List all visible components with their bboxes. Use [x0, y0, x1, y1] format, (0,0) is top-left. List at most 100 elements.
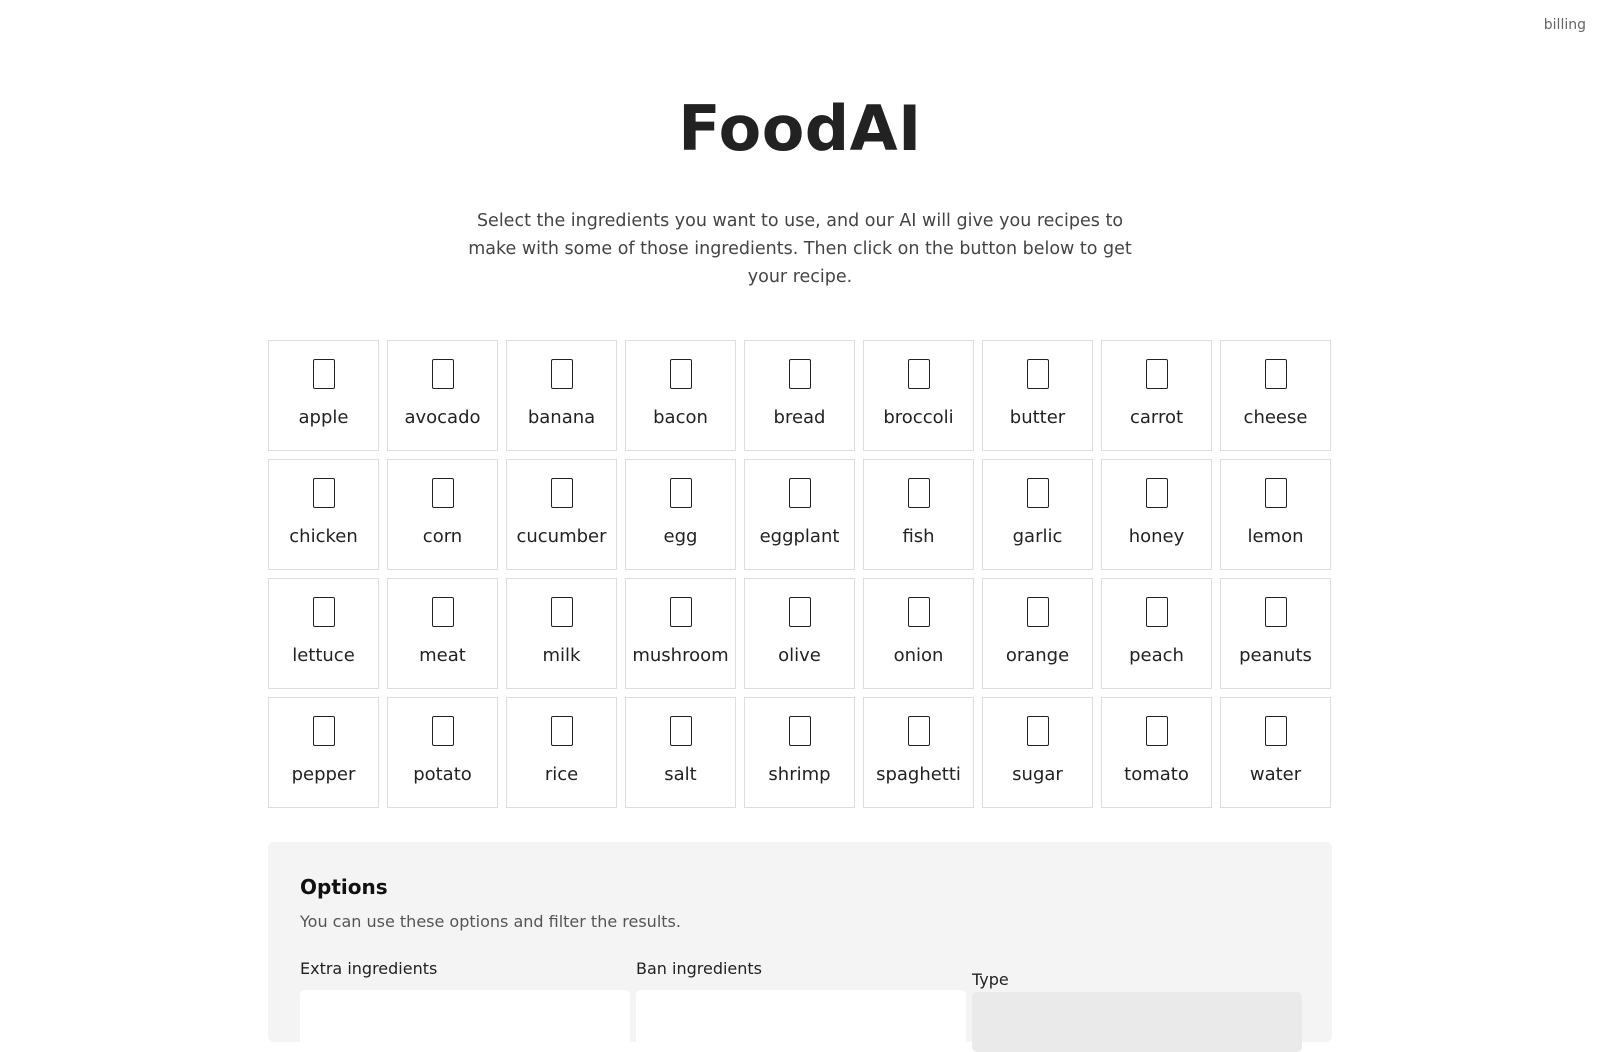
chicken-emoji-icon — [312, 478, 335, 508]
ingredient-tile-fish[interactable]: fish — [863, 459, 974, 570]
ingredient-tile-avocado[interactable]: avocado — [387, 340, 498, 451]
ingredient-tile-sugar[interactable]: sugar — [982, 697, 1093, 808]
orange-emoji-icon — [1026, 597, 1049, 627]
ingredient-tile-onion[interactable]: onion — [863, 578, 974, 689]
potato-emoji-icon — [431, 716, 454, 746]
ingredient-tile-garlic[interactable]: garlic — [982, 459, 1093, 570]
ingredient-tile-salt[interactable]: salt — [625, 697, 736, 808]
ingredient-label: lettuce — [292, 645, 355, 666]
corn-emoji-icon — [431, 478, 454, 508]
ingredient-label: shrimp — [768, 764, 831, 785]
ingredient-label: pepper — [291, 764, 356, 785]
extra-ingredients-input[interactable] — [300, 990, 630, 1050]
ingredient-tile-cheese[interactable]: cheese — [1220, 340, 1331, 451]
ingredient-tile-carrot[interactable]: carrot — [1101, 340, 1212, 451]
ingredient-tile-lemon[interactable]: lemon — [1220, 459, 1331, 570]
ban-ingredients-input[interactable] — [636, 990, 966, 1050]
ingredient-tile-eggplant[interactable]: eggplant — [744, 459, 855, 570]
ingredient-label: garlic — [1012, 526, 1063, 547]
ingredient-label: bacon — [653, 407, 708, 428]
ingredient-label: spaghetti — [876, 764, 961, 785]
ingredient-tile-honey[interactable]: honey — [1101, 459, 1212, 570]
ingredient-tile-broccoli[interactable]: broccoli — [863, 340, 974, 451]
ingredient-label: lemon — [1247, 526, 1304, 547]
ingredient-label: carrot — [1129, 407, 1184, 428]
sugar-emoji-icon — [1026, 716, 1049, 746]
ingredient-tile-bread[interactable]: bread — [744, 340, 855, 451]
egg-emoji-icon — [669, 478, 692, 508]
rice-emoji-icon — [550, 716, 573, 746]
ingredient-label: eggplant — [759, 526, 840, 547]
shrimp-emoji-icon — [788, 716, 811, 746]
ingredient-tile-butter[interactable]: butter — [982, 340, 1093, 451]
ingredient-label: salt — [664, 764, 697, 785]
tomato-emoji-icon — [1145, 716, 1168, 746]
ingredient-label: potato — [413, 764, 472, 785]
lemon-emoji-icon — [1264, 478, 1287, 508]
type-select[interactable] — [972, 992, 1302, 1052]
ingredient-label: meat — [419, 645, 466, 666]
options-panel: Options You can use these options and fi… — [268, 842, 1332, 1052]
butter-emoji-icon — [1026, 359, 1049, 389]
ingredient-label: orange — [1005, 645, 1070, 666]
onion-emoji-icon — [907, 597, 930, 627]
broccoli-emoji-icon — [907, 359, 930, 389]
ingredient-tile-mushroom[interactable]: mushroom — [625, 578, 736, 689]
ingredient-label: banana — [527, 407, 596, 428]
ingredient-tile-potato[interactable]: potato — [387, 697, 498, 808]
ingredient-label: rice — [544, 764, 579, 785]
ingredient-label: cucumber — [516, 526, 607, 547]
ingredient-tile-orange[interactable]: orange — [982, 578, 1093, 689]
spaghetti-emoji-icon — [907, 716, 930, 746]
ingredient-label: avocado — [404, 407, 481, 428]
ingredient-tile-egg[interactable]: egg — [625, 459, 736, 570]
ingredient-label: corn — [422, 526, 463, 547]
ingredient-tile-spaghetti[interactable]: spaghetti — [863, 697, 974, 808]
ingredient-tile-shrimp[interactable]: shrimp — [744, 697, 855, 808]
ingredient-tile-rice[interactable]: rice — [506, 697, 617, 808]
ingredient-tile-bacon[interactable]: bacon — [625, 340, 736, 451]
billing-link[interactable]: billing — [1544, 17, 1586, 33]
ingredient-label: olive — [778, 645, 821, 666]
milk-emoji-icon — [550, 597, 573, 627]
ingredient-label: mushroom — [632, 645, 729, 666]
ingredient-tile-milk[interactable]: milk — [506, 578, 617, 689]
avocado-emoji-icon — [431, 359, 454, 389]
ingredient-label: onion — [893, 645, 944, 666]
ingredient-tile-meat[interactable]: meat — [387, 578, 498, 689]
intro-description: Select the ingredients you want to use, … — [468, 211, 1132, 287]
ingredient-tile-peanuts[interactable]: peanuts — [1220, 578, 1331, 689]
ingredient-tile-corn[interactable]: corn — [387, 459, 498, 570]
options-title: Options — [300, 875, 388, 899]
ingredient-label: milk — [542, 645, 581, 666]
lettuce-emoji-icon — [312, 597, 335, 627]
ingredient-label: cheese — [1243, 407, 1308, 428]
cheese-emoji-icon — [1264, 359, 1287, 389]
ingredient-tile-peach[interactable]: peach — [1101, 578, 1212, 689]
ingredient-label: chicken — [289, 526, 358, 547]
ingredient-tile-tomato[interactable]: tomato — [1101, 697, 1212, 808]
options-description: You can use these options and filter the… — [300, 912, 681, 931]
ingredient-label: peach — [1129, 645, 1184, 666]
ingredient-label: sugar — [1012, 764, 1063, 785]
salt-emoji-icon — [669, 716, 692, 746]
page-title: FoodAI — [678, 92, 922, 165]
ingredient-tile-cucumber[interactable]: cucumber — [506, 459, 617, 570]
extra-ingredients-label: Extra ingredients — [300, 959, 438, 978]
ingredient-tile-olive[interactable]: olive — [744, 578, 855, 689]
peanuts-emoji-icon — [1264, 597, 1287, 627]
ingredient-tile-chicken[interactable]: chicken — [268, 459, 379, 570]
ingredient-tile-lettuce[interactable]: lettuce — [268, 578, 379, 689]
ingredient-tile-apple[interactable]: apple — [268, 340, 379, 451]
apple-emoji-icon — [312, 359, 335, 389]
bacon-emoji-icon — [669, 359, 692, 389]
ingredient-tile-water[interactable]: water — [1220, 697, 1331, 808]
ingredient-label: water — [1249, 764, 1302, 785]
ingredient-label: egg — [663, 526, 698, 547]
peach-emoji-icon — [1145, 597, 1168, 627]
ingredient-tile-banana[interactable]: banana — [506, 340, 617, 451]
banana-emoji-icon — [550, 359, 573, 389]
ingredient-tile-pepper[interactable]: pepper — [268, 697, 379, 808]
honey-emoji-icon — [1145, 478, 1168, 508]
eggplant-emoji-icon — [788, 478, 811, 508]
